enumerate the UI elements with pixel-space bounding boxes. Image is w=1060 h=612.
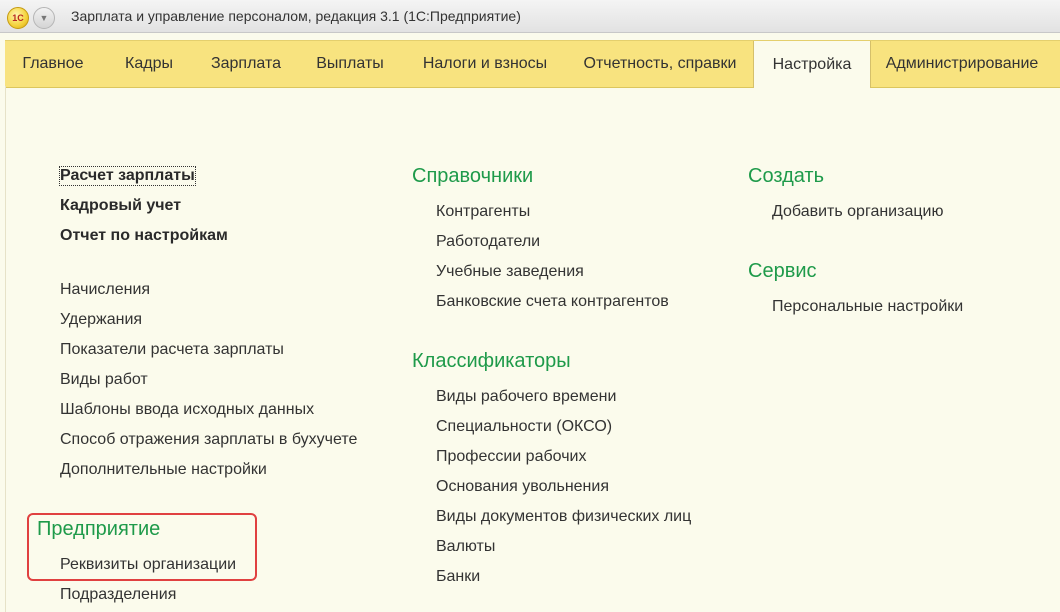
link-dismissal-grounds[interactable]: Основания увольнения	[436, 478, 609, 496]
window-left-border	[5, 86, 6, 612]
tab-reports[interactable]: Отчетность, справки	[567, 41, 753, 87]
chevron-down-icon: ▼	[39, 13, 49, 23]
tab-hr[interactable]: Кадры	[103, 41, 195, 87]
link-specialties[interactable]: Специальности (ОКСО)	[436, 418, 612, 436]
link-additional-settings[interactable]: Дополнительные настройки	[60, 461, 267, 479]
main-menu-button[interactable]: ▼	[33, 7, 55, 29]
link-input-templates[interactable]: Шаблоны ввода исходных данных	[60, 401, 314, 419]
tab-main[interactable]: Главное	[5, 41, 101, 87]
link-settings-report[interactable]: Отчет по настройкам	[60, 227, 228, 245]
tab-payments[interactable]: Выплаты	[297, 41, 403, 87]
link-work-types[interactable]: Виды работ	[60, 371, 148, 389]
link-counterparties[interactable]: Контрагенты	[436, 203, 530, 221]
group-title-create: Создать	[748, 165, 825, 187]
group-title-directories: Справочники	[412, 165, 534, 187]
link-currencies[interactable]: Валюты	[436, 538, 495, 556]
link-accruals[interactable]: Начисления	[60, 281, 150, 299]
link-add-organization[interactable]: Добавить организацию	[772, 203, 943, 221]
group-title-classifiers: Классификаторы	[412, 350, 571, 372]
link-payroll-calculation[interactable]: Расчет зарплаты	[59, 166, 196, 186]
link-worker-professions[interactable]: Профессии рабочих	[436, 448, 586, 466]
link-personal-settings[interactable]: Персональные настройки	[772, 298, 963, 316]
link-salary-reflection[interactable]: Способ отражения зарплаты в бухучете	[60, 431, 357, 449]
link-hr-accounting[interactable]: Кадровый учет	[60, 197, 181, 215]
link-id-document-types[interactable]: Виды документов физических лиц	[436, 508, 691, 526]
tab-settings[interactable]: Настройка	[753, 41, 871, 88]
link-organization-details[interactable]: Реквизиты организации	[60, 556, 236, 574]
link-departments[interactable]: Подразделения	[60, 586, 176, 604]
tab-taxes[interactable]: Налоги и взносы	[403, 41, 567, 87]
link-employers[interactable]: Работодатели	[436, 233, 540, 251]
link-banks[interactable]: Банки	[436, 568, 480, 586]
window-title-bar: 1С ▼ Зарплата и управление персоналом, р…	[0, 0, 1060, 33]
group-title-enterprise: Предприятие	[37, 518, 161, 540]
link-educational-institutions[interactable]: Учебные заведения	[436, 263, 584, 281]
tab-salary[interactable]: Зарплата	[195, 41, 297, 87]
link-payroll-indicators[interactable]: Показатели расчета зарплаты	[60, 341, 284, 359]
group-title-service: Сервис	[748, 260, 817, 282]
app-logo-icon[interactable]: 1С	[7, 7, 29, 29]
window-title: Зарплата и управление персоналом, редакц…	[71, 8, 521, 24]
section-panel: Главное Кадры Зарплата Выплаты Налоги и …	[5, 40, 1060, 88]
link-deductions[interactable]: Удержания	[60, 311, 142, 329]
tab-administration[interactable]: Администрирование	[869, 41, 1055, 87]
link-counterparty-bank-accounts[interactable]: Банковские счета контрагентов	[436, 293, 669, 311]
link-work-time-types[interactable]: Виды рабочего времени	[436, 388, 616, 406]
